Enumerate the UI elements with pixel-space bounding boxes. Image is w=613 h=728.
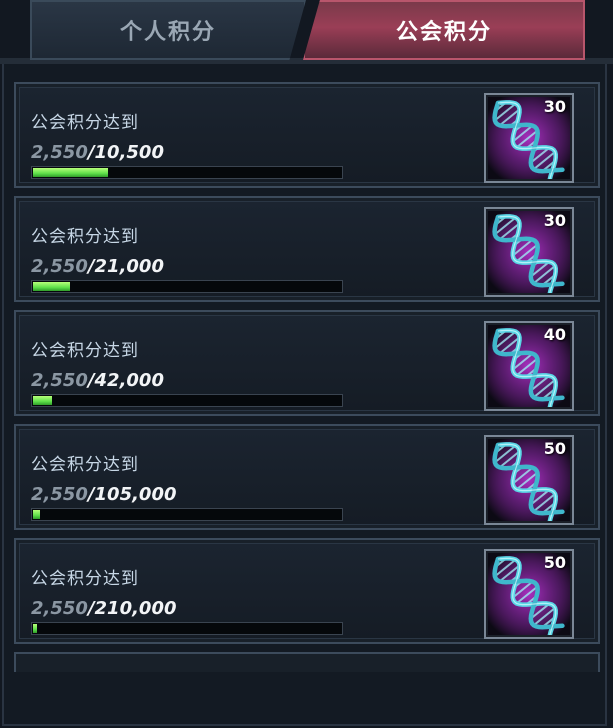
milestone-label: 公会积分达到 <box>31 113 139 133</box>
milestone-card: 公会积分达到 2,550/21,000 30 <box>14 196 600 302</box>
reward-slot[interactable]: 40 <box>484 321 574 411</box>
slash-separator: / <box>87 142 95 163</box>
target-points: 21,000 <box>94 256 164 277</box>
progress-bar-fill <box>33 396 52 405</box>
reward-count: 50 <box>543 439 566 458</box>
tab-personal-points[interactable]: 个人积分 <box>30 0 306 60</box>
progress-bar-fill <box>33 510 40 519</box>
progress-bar <box>31 508 343 521</box>
milestone-label: 公会积分达到 <box>31 341 139 361</box>
current-points: 2,550 <box>31 256 88 277</box>
reward-slot[interactable]: 30 <box>484 207 574 297</box>
target-points: 42,000 <box>94 370 164 391</box>
milestone-label: 公会积分达到 <box>31 227 139 247</box>
target-points: 105,000 <box>94 484 177 505</box>
milestone-card: 公会积分达到 2,550/10,500 30 <box>14 82 600 188</box>
reward-count: 30 <box>543 211 566 230</box>
milestone-label: 公会积分达到 <box>31 569 139 589</box>
progress-bar <box>31 622 343 635</box>
progress-bar-fill <box>33 624 37 633</box>
guild-points-panel: 个人积分 公会积分 公会积分达到 2,550/10,500 30 公会积分达到 <box>0 0 613 728</box>
progress-bar-fill <box>33 282 70 291</box>
progress-text: 2,550/42,000 <box>31 370 164 391</box>
progress-bar <box>31 394 343 407</box>
milestone-card: 公会积分达到 2,550/210,000 50 <box>14 538 600 644</box>
slash-separator: / <box>87 256 95 277</box>
reward-count: 50 <box>543 553 566 572</box>
reward-slot[interactable]: 50 <box>484 549 574 639</box>
slash-separator: / <box>87 598 95 619</box>
reward-slot[interactable]: 30 <box>484 93 574 183</box>
progress-bar <box>31 280 343 293</box>
progress-text: 2,550/21,000 <box>31 256 164 277</box>
progress-text: 2,550/10,500 <box>31 142 164 163</box>
current-points: 2,550 <box>31 142 88 163</box>
reward-count: 40 <box>543 325 566 344</box>
current-points: 2,550 <box>31 598 88 619</box>
tab-guild-points[interactable]: 公会积分 <box>303 0 585 60</box>
milestone-card: 公会积分达到 2,550/105,000 50 <box>14 424 600 530</box>
tab-personal-label: 个人积分 <box>119 20 216 45</box>
current-points: 2,550 <box>31 370 88 391</box>
target-points: 210,000 <box>94 598 177 619</box>
reward-slot[interactable]: 50 <box>484 435 574 525</box>
progress-bar <box>31 166 343 179</box>
progress-text: 2,550/105,000 <box>31 484 177 505</box>
target-points: 10,500 <box>94 142 164 163</box>
current-points: 2,550 <box>31 484 88 505</box>
slash-separator: / <box>87 370 95 391</box>
slash-separator: / <box>87 484 95 505</box>
reward-count: 30 <box>543 97 566 116</box>
progress-bar-fill <box>33 168 108 177</box>
tab-guild-label: 公会积分 <box>395 20 492 45</box>
milestone-card: 公会积分达到 2,550/42,000 40 <box>14 310 600 416</box>
progress-text: 2,550/210,000 <box>31 598 177 619</box>
milestone-label: 公会积分达到 <box>31 455 139 475</box>
milestone-card-partial <box>14 652 600 672</box>
